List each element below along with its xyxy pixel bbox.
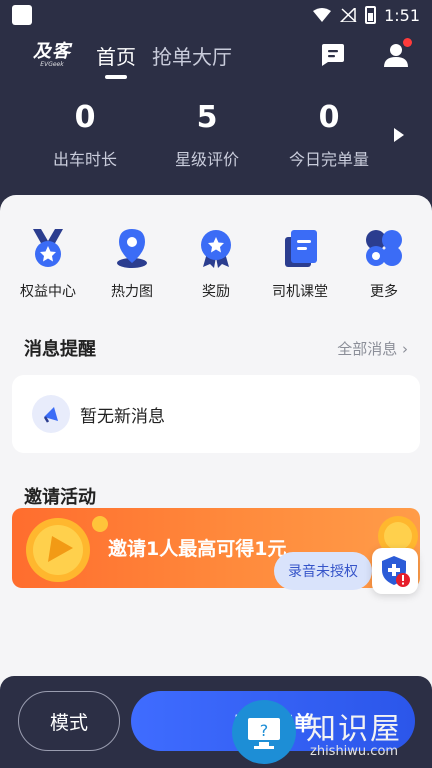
megaphone-icon [32, 395, 70, 433]
quick-menu-label: 更多 [370, 284, 398, 300]
play-arrow-icon[interactable] [394, 128, 404, 142]
stat-label: 出车时长 [52, 150, 117, 169]
quick-menu-rewards[interactable]: 奖励 [178, 227, 254, 301]
notification-dot [403, 38, 412, 47]
status-time: 1:51 [384, 5, 420, 25]
empty-message-text: 暂无新消息 [80, 406, 165, 427]
chat-icon [322, 44, 344, 66]
app-logo: 及客 EVGeek [30, 40, 74, 68]
stat-label: 星级评价 [174, 150, 239, 169]
coin-icon [26, 516, 108, 582]
more-grid-icon [366, 230, 402, 266]
quick-menu: 权益中心 热力图 奖励 司机课堂 更多 [0, 195, 432, 301]
message-card[interactable]: 暂无新消息 [12, 375, 420, 453]
watermark-sub: zhishiwu.com [310, 744, 399, 759]
watermark-text: 知识屋 [306, 712, 402, 747]
logo-main-text: 及客 [33, 40, 71, 62]
logo-sub-text: EVGeek [40, 60, 64, 68]
tab-order-hall[interactable]: 抢单大厅 [152, 41, 232, 70]
app-notification-icon [12, 5, 32, 25]
wifi-icon [313, 8, 332, 22]
stat-value: 0 [74, 100, 96, 135]
battery-icon [365, 6, 377, 24]
top-header: 及客 EVGeek 首页 抢单大厅 [0, 30, 432, 80]
svg-text:?: ? [260, 721, 269, 740]
chevron-right-icon: › [402, 339, 408, 358]
message-button[interactable] [318, 41, 346, 69]
quick-menu-label: 奖励 [202, 284, 230, 300]
status-bar: 1:51 [0, 0, 432, 30]
messages-header: 消息提醒 全部消息 › [0, 335, 432, 361]
stat-value: 0 [318, 100, 340, 135]
quick-menu-driver-class[interactable]: 司机课堂 [262, 227, 338, 301]
mode-button[interactable]: 模式 [18, 691, 120, 751]
quick-menu-more[interactable]: 更多 [346, 227, 422, 301]
book-icon [285, 230, 317, 267]
map-pin-icon [117, 229, 147, 268]
stat-star-rating[interactable]: 5 星级评价 [146, 100, 268, 170]
invite-banner-text: 邀请1人最高可得1元 [108, 538, 287, 560]
profile-button[interactable] [382, 38, 412, 69]
invite-header: 邀请活动 [0, 483, 432, 509]
driver-stats: 0 出车时长 5 星级评价 0 今日完单量 [0, 100, 432, 170]
status-right: 1:51 [313, 6, 420, 25]
header-icons [318, 38, 412, 69]
tab-home[interactable]: 首页 [96, 41, 136, 79]
shield-alert-icon[interactable] [372, 548, 418, 594]
quick-menu-label: 司机课堂 [272, 284, 328, 300]
stat-label: 今日完单量 [288, 150, 369, 169]
stat-today-orders[interactable]: 0 今日完单量 [268, 100, 390, 170]
all-messages-link[interactable]: 全部消息 › [337, 338, 408, 359]
stat-value: 5 [196, 100, 218, 135]
signal-icon [340, 8, 357, 22]
quick-menu-heatmap[interactable]: 热力图 [94, 227, 170, 301]
quick-menu-label: 权益中心 [20, 284, 76, 300]
invite-title: 邀请活动 [24, 487, 96, 508]
all-messages-label: 全部消息 [337, 339, 398, 358]
medal-icon [33, 229, 63, 267]
quick-menu-label: 热力图 [111, 284, 153, 300]
recording-permission-toast[interactable]: 录音未授权 [274, 552, 372, 590]
messages-title: 消息提醒 [24, 339, 96, 360]
stat-driving-time[interactable]: 0 出车时长 [24, 100, 146, 170]
quick-menu-benefits[interactable]: 权益中心 [10, 227, 86, 301]
badge-star-icon [201, 230, 231, 268]
watermark-help-icon: ? [232, 700, 296, 764]
